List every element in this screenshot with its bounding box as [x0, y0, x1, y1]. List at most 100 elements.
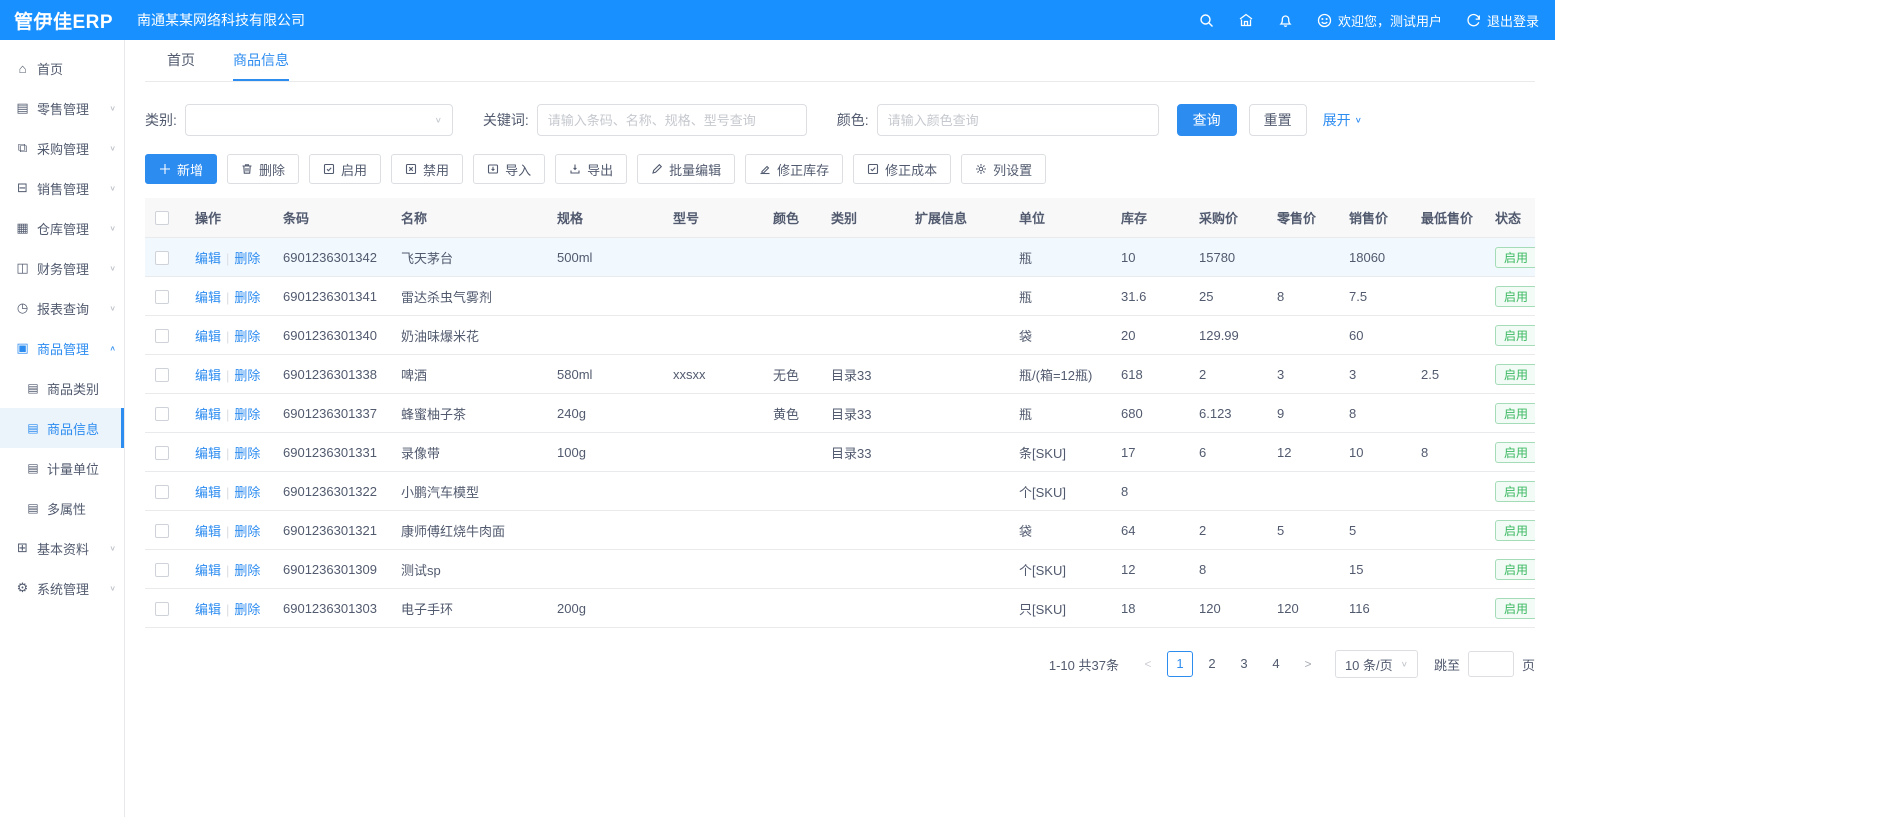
page-button-2[interactable]: 2	[1199, 651, 1225, 677]
search-icon[interactable]	[1199, 13, 1214, 28]
cell-unit: 瓶/(箱=12瓶)	[1009, 355, 1111, 394]
delete-link[interactable]: 删除	[234, 485, 260, 500]
prev-page-button[interactable]: <	[1135, 651, 1161, 677]
row-checkbox[interactable]	[155, 563, 169, 577]
page-size-select[interactable]: 10 条/页 ∨	[1335, 650, 1418, 678]
page-button-4[interactable]: 4	[1263, 651, 1289, 677]
cell-model	[663, 433, 763, 472]
import-button[interactable]: 导入	[473, 154, 545, 184]
sidebar-item-label: 商品管理	[37, 339, 89, 358]
fix-cost-button[interactable]: 修正成本	[853, 154, 951, 184]
cell-min: 2.5	[1411, 355, 1485, 394]
edit-link[interactable]: 编辑	[195, 251, 221, 266]
row-checkbox[interactable]	[155, 290, 169, 304]
sidebar-item-system[interactable]: ⚙系统管理∨	[0, 568, 124, 608]
cell-name: 雷达杀虫气雾剂	[391, 277, 547, 316]
delete-link[interactable]: 删除	[234, 446, 260, 461]
logout-button[interactable]: 退出登录	[1466, 11, 1539, 30]
jump-page-input[interactable]	[1468, 651, 1514, 677]
sidebar-subitem[interactable]: ▤商品信息	[0, 408, 124, 448]
chevron-down-icon: ∨	[109, 544, 116, 553]
plus-button[interactable]: 新增	[145, 154, 217, 184]
enable-button[interactable]: 启用	[309, 154, 381, 184]
trash-button[interactable]: 删除	[227, 154, 299, 184]
select-all-checkbox[interactable]	[155, 211, 169, 225]
sidebar-subitem[interactable]: ▤多属性	[0, 488, 124, 528]
cell-stock: 12	[1111, 550, 1189, 589]
sidebar-subitem-label: 计量单位	[47, 459, 99, 478]
tab-0[interactable]: 首页	[167, 40, 195, 81]
sidebar-item-home[interactable]: ⌂首页	[0, 48, 124, 88]
cell-retail	[1267, 238, 1339, 277]
row-checkbox[interactable]	[155, 446, 169, 460]
toolbar-button-label: 删除	[259, 160, 285, 179]
bell-icon[interactable]	[1278, 13, 1293, 28]
sidebar-item-report[interactable]: ◷报表查询∨	[0, 288, 124, 328]
cell-color	[763, 316, 821, 355]
cell-purchase: 6.123	[1189, 394, 1267, 433]
sidebar-item-finance[interactable]: ◫财务管理∨	[0, 248, 124, 288]
fix-stock-button[interactable]: 修正库存	[745, 154, 843, 184]
sidebar-item-product[interactable]: ▣商品管理∧	[0, 328, 124, 368]
welcome-user[interactable]: 欢迎您，测试用户	[1317, 11, 1442, 30]
batch-edit-button[interactable]: 批量编辑	[637, 154, 735, 184]
cell-spec	[547, 550, 663, 589]
row-checkbox[interactable]	[155, 485, 169, 499]
cell-purchase	[1189, 472, 1267, 511]
cell-name: 奶油味爆米花	[391, 316, 547, 355]
row-checkbox[interactable]	[155, 368, 169, 382]
column-settings-button[interactable]: 列设置	[961, 154, 1046, 184]
edit-link[interactable]: 编辑	[195, 524, 221, 539]
category-select[interactable]: ∨	[185, 104, 453, 136]
sidebar-item-warehouse[interactable]: ▦仓库管理∨	[0, 208, 124, 248]
keyword-input[interactable]	[537, 104, 807, 136]
edit-link[interactable]: 编辑	[195, 485, 221, 500]
sidebar-item-label: 基本资料	[37, 539, 89, 558]
sidebar-menu: ⌂首页▤零售管理∨⧉采购管理∨⊟销售管理∨▦仓库管理∨◫财务管理∨◷报表查询∨▣…	[0, 48, 124, 608]
column-header-min: 最低售价	[1411, 198, 1485, 238]
sidebar-subitem[interactable]: ▤商品类别	[0, 368, 124, 408]
disable-button[interactable]: 禁用	[391, 154, 463, 184]
delete-link[interactable]: 删除	[234, 563, 260, 578]
page-button-3[interactable]: 3	[1231, 651, 1257, 677]
sidebar-item-retail[interactable]: ▤零售管理∨	[0, 88, 124, 128]
edit-link[interactable]: 编辑	[195, 446, 221, 461]
edit-link[interactable]: 编辑	[195, 563, 221, 578]
cell-name: 电子手环	[391, 589, 547, 628]
delete-link[interactable]: 删除	[234, 602, 260, 617]
delete-link[interactable]: 删除	[234, 524, 260, 539]
row-checkbox[interactable]	[155, 329, 169, 343]
tab-1[interactable]: 商品信息	[233, 40, 289, 81]
expand-link[interactable]: 展开∨	[1323, 110, 1362, 130]
edit-link[interactable]: 编辑	[195, 329, 221, 344]
sidebar-subitem[interactable]: ▤计量单位	[0, 448, 124, 488]
cell-sale: 10	[1339, 433, 1411, 472]
sidebar-item-sales[interactable]: ⊟销售管理∨	[0, 168, 124, 208]
status-badge: 启用	[1495, 325, 1535, 346]
color-input[interactable]	[877, 104, 1159, 136]
next-page-button[interactable]: >	[1295, 651, 1321, 677]
store-icon[interactable]	[1238, 13, 1254, 28]
page-button-1[interactable]: 1	[1167, 651, 1193, 677]
edit-link[interactable]: 编辑	[195, 290, 221, 305]
reset-button[interactable]: 重置	[1249, 104, 1307, 136]
export-button[interactable]: 导出	[555, 154, 627, 184]
delete-link[interactable]: 删除	[234, 290, 260, 305]
edit-link[interactable]: 编辑	[195, 602, 221, 617]
row-checkbox[interactable]	[155, 602, 169, 616]
status-badge: 启用	[1495, 559, 1535, 580]
sidebar-item-basic[interactable]: ⊞基本资料∨	[0, 528, 124, 568]
delete-link[interactable]: 删除	[234, 407, 260, 422]
row-checkbox[interactable]	[155, 524, 169, 538]
row-checkbox[interactable]	[155, 407, 169, 421]
edit-link[interactable]: 编辑	[195, 407, 221, 422]
delete-link[interactable]: 删除	[234, 251, 260, 266]
cell-barcode: 6901236301321	[273, 511, 391, 550]
keyword-label: 关键词:	[483, 110, 529, 130]
delete-link[interactable]: 删除	[234, 329, 260, 344]
row-checkbox[interactable]	[155, 251, 169, 265]
edit-link[interactable]: 编辑	[195, 368, 221, 383]
search-button[interactable]: 查询	[1177, 104, 1237, 136]
delete-link[interactable]: 删除	[234, 368, 260, 383]
sidebar-item-purchase[interactable]: ⧉采购管理∨	[0, 128, 124, 168]
